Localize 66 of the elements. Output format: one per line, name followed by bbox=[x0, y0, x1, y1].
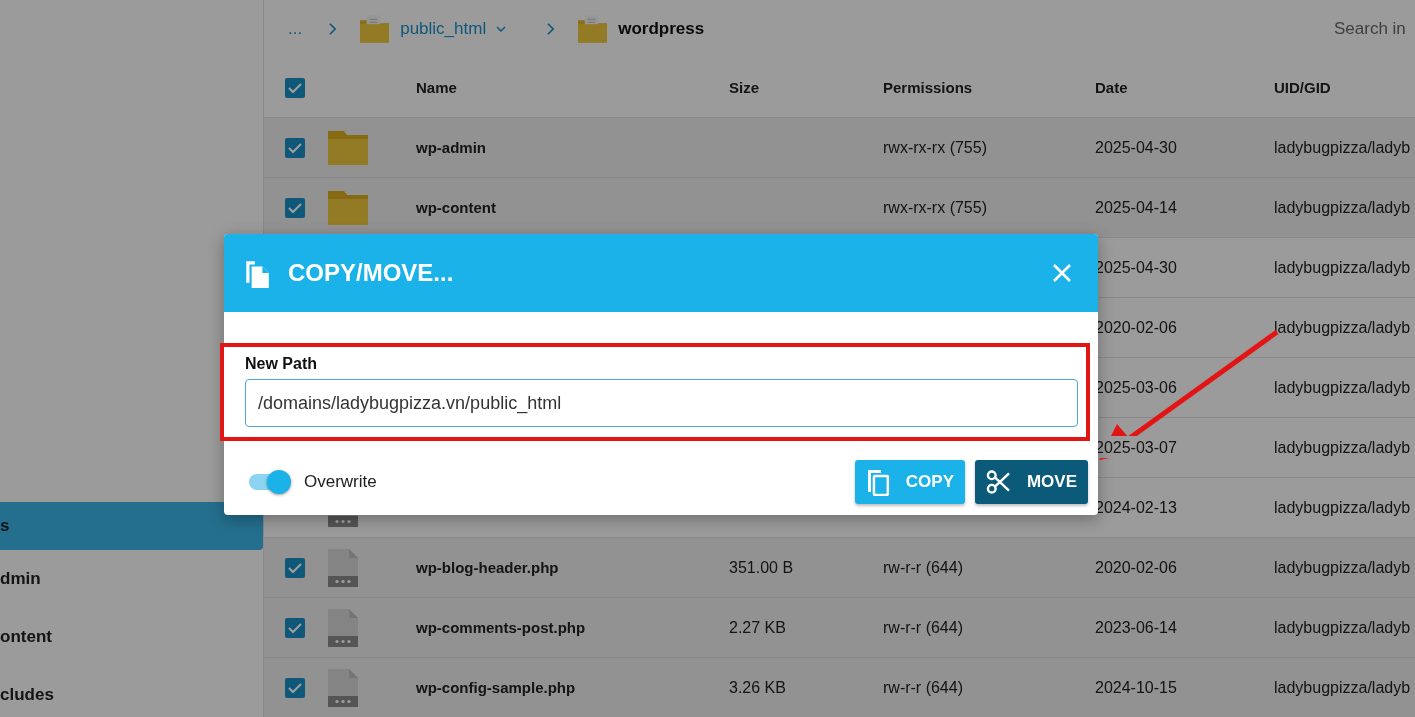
sidebar-item[interactable]: ontent bbox=[0, 608, 263, 666]
file-date: 2025-03-06 bbox=[1095, 378, 1177, 396]
checkbox[interactable] bbox=[285, 677, 305, 698]
file-name[interactable]: wp-content bbox=[416, 198, 496, 216]
file-size: 351.00 B bbox=[729, 558, 794, 576]
toggle-switch[interactable] bbox=[249, 472, 291, 492]
checkbox[interactable] bbox=[285, 557, 305, 578]
checkbox[interactable] bbox=[285, 617, 305, 638]
file-owner: ladybugpizza/ladyb bbox=[1274, 438, 1411, 456]
file-icon bbox=[328, 608, 358, 647]
breadcrumb-link[interactable]: wordpress bbox=[618, 19, 705, 39]
toggle-label: Overwrite bbox=[304, 472, 377, 492]
file-permissions: rw-r-r (644) bbox=[883, 678, 963, 696]
folder-icon bbox=[328, 130, 368, 165]
file-date: 2025-04-30 bbox=[1095, 258, 1177, 276]
column-header[interactable]: Permissions bbox=[883, 79, 1095, 96]
file-date: 2024-10-15 bbox=[1095, 678, 1177, 696]
file-owner: ladybugpizza/ladyb bbox=[1274, 678, 1411, 696]
chevron-right-icon bbox=[546, 22, 556, 36]
file-owner: ladybugpizza/ladyb bbox=[1274, 618, 1411, 636]
file-permissions: rwx-rx-rx (755) bbox=[883, 198, 987, 216]
file-owner: ladybugpizza/ladyb bbox=[1274, 258, 1411, 276]
field-label: New Path bbox=[245, 355, 318, 373]
file-owner: ladybugpizza/ladyb bbox=[1274, 138, 1411, 156]
file-size: 2.27 KB bbox=[729, 618, 786, 636]
file-owner: ladybugpizza/ladyb bbox=[1274, 498, 1411, 516]
file-permissions: rwx-rx-rx (755) bbox=[883, 138, 987, 156]
column-header[interactable]: Name bbox=[416, 79, 729, 96]
chevron-down-icon[interactable] bbox=[496, 26, 507, 32]
file-size: 3.26 KB bbox=[729, 678, 786, 696]
chevron-right-icon bbox=[328, 22, 338, 36]
file-date: 2025-04-30 bbox=[1095, 138, 1177, 156]
file-icon bbox=[328, 548, 358, 587]
scissors-icon bbox=[986, 469, 1011, 495]
file-date: 2025-04-14 bbox=[1095, 198, 1177, 216]
column-header[interactable]: Date bbox=[1095, 79, 1274, 96]
file-permissions: rw-r-r (644) bbox=[883, 618, 963, 636]
sidebar-item[interactable]: dmin bbox=[0, 550, 263, 608]
file-owner: ladybugpizza/ladyb bbox=[1274, 558, 1411, 576]
column-header[interactable]: Size bbox=[729, 79, 883, 96]
file-name[interactable]: wp-blog-header.php bbox=[416, 558, 559, 576]
file-owner: ladybugpizza/ladyb bbox=[1274, 378, 1411, 396]
file-date: 2025-03-07 bbox=[1095, 438, 1177, 456]
copy-icon bbox=[866, 468, 890, 496]
file-name[interactable]: wp-admin bbox=[416, 138, 486, 156]
checkbox[interactable] bbox=[285, 137, 305, 158]
file-date: 2023-06-14 bbox=[1095, 618, 1177, 636]
path-input[interactable]: /domains/ladybugpizza.vn/public_html bbox=[245, 379, 1078, 427]
file-name[interactable]: wp-comments-post.php bbox=[416, 618, 586, 636]
file-name[interactable]: wp-config-sample.php bbox=[416, 678, 576, 696]
move-button[interactable]: MOVE bbox=[975, 460, 1088, 504]
sidebar-item[interactable]: cludes bbox=[0, 666, 263, 717]
copy-icon bbox=[244, 258, 270, 288]
file-permissions: rw-r-r (644) bbox=[883, 558, 963, 576]
close-icon[interactable] bbox=[1052, 263, 1072, 283]
checkbox[interactable] bbox=[285, 197, 305, 218]
file-owner: ladybugpizza/ladyb bbox=[1274, 318, 1411, 336]
column-header[interactable]: UID/GID bbox=[1274, 79, 1415, 96]
file-owner: ladybugpizza/ladyb bbox=[1274, 198, 1411, 216]
file-date: 2020-02-06 bbox=[1095, 558, 1177, 576]
dialog-title: COPY/MOVE... bbox=[288, 259, 455, 287]
file-date: 2020-02-06 bbox=[1095, 318, 1177, 336]
checkbox[interactable] bbox=[285, 77, 305, 98]
file-icon bbox=[328, 668, 358, 707]
folder-icon bbox=[328, 190, 368, 225]
search-field[interactable]: Search in bbox=[1334, 19, 1406, 39]
